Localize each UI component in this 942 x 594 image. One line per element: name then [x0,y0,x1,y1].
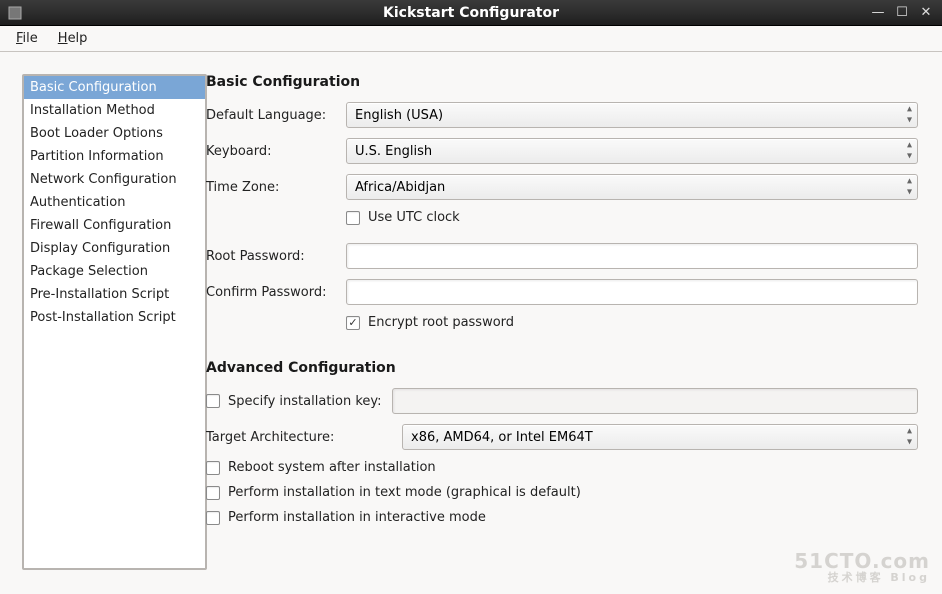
close-button[interactable]: ✕ [918,5,934,21]
window-controls: — ☐ ✕ [870,5,942,21]
keyboard-combo[interactable]: U.S. English ▴▾ [346,138,918,164]
encrypt-root-label: Encrypt root password [368,315,514,330]
timezone-value: Africa/Abidjan [355,180,445,195]
specify-key-input[interactable] [392,388,918,414]
reboot-checkbox[interactable]: Reboot system after installation [206,460,918,475]
encrypt-root-checkbox[interactable]: Encrypt root password [346,315,514,330]
interactive-checkbox[interactable]: Perform installation in interactive mode [206,510,918,525]
reboot-label: Reboot system after installation [228,460,436,475]
sidebar-item-display-configuration[interactable]: Display Configuration [24,237,205,260]
basic-config-title: Basic Configuration [206,74,918,90]
chevron-updown-icon: ▴▾ [907,105,912,126]
confirm-password-label: Confirm Password: [206,285,346,300]
window-title: Kickstart Configurator [0,5,942,21]
timezone-combo[interactable]: Africa/Abidjan ▴▾ [346,174,918,200]
root-password-label: Root Password: [206,249,346,264]
sidebar-item-network-configuration[interactable]: Network Configuration [24,168,205,191]
sidebar-item-basic-configuration[interactable]: Basic Configuration [24,76,205,99]
chevron-updown-icon: ▴▾ [907,427,912,448]
keyboard-label: Keyboard: [206,144,346,159]
root-password-input[interactable] [346,243,918,269]
main-panel: Basic Configuration Default Language: En… [196,52,942,594]
text-mode-label: Perform installation in text mode (graph… [228,485,581,500]
chevron-updown-icon: ▴▾ [907,177,912,198]
content: Basic Configuration Installation Method … [0,52,942,594]
sidebar-item-authentication[interactable]: Authentication [24,191,205,214]
sidebar-item-pre-installation-script[interactable]: Pre-Installation Script [24,283,205,306]
default-language-combo[interactable]: English (USA) ▴▾ [346,102,918,128]
use-utc-checkbox[interactable]: Use UTC clock [346,210,460,225]
sidebar-item-package-selection[interactable]: Package Selection [24,260,205,283]
sidebar-item-post-installation-script[interactable]: Post-Installation Script [24,306,205,329]
timezone-row: Time Zone: Africa/Abidjan ▴▾ [206,174,918,200]
target-arch-combo[interactable]: x86, AMD64, or Intel EM64T ▴▾ [402,424,918,450]
maximize-button[interactable]: ☐ [894,5,910,21]
minimize-button[interactable]: — [870,5,886,21]
checkbox-checked-icon [346,316,360,330]
default-language-value: English (USA) [355,108,443,123]
sidebar-item-installation-method[interactable]: Installation Method [24,99,205,122]
specify-key-checkbox[interactable]: Specify installation key: [206,394,382,409]
sidebar-item-partition-information[interactable]: Partition Information [24,145,205,168]
use-utc-row: Use UTC clock [206,210,918,229]
chevron-updown-icon: ▴▾ [907,141,912,162]
confirm-password-row: Confirm Password: [206,279,918,305]
app-icon [6,4,24,22]
use-utc-label: Use UTC clock [368,210,460,225]
checkbox-icon [206,461,220,475]
specify-key-label: Specify installation key: [228,394,382,409]
specify-key-row: Specify installation key: [206,388,918,414]
default-language-row: Default Language: English (USA) ▴▾ [206,102,918,128]
target-arch-label: Target Architecture: [206,430,402,445]
menu-help[interactable]: Help [48,28,98,49]
sidebar-item-firewall-configuration[interactable]: Firewall Configuration [24,214,205,237]
target-arch-row: Target Architecture: x86, AMD64, or Inte… [206,424,918,450]
menu-file[interactable]: File [6,28,48,49]
interactive-label: Perform installation in interactive mode [228,510,486,525]
checkbox-icon [206,394,220,408]
advanced-config-title: Advanced Configuration [206,360,918,376]
confirm-password-input[interactable] [346,279,918,305]
keyboard-value: U.S. English [355,144,432,159]
checkbox-icon [206,511,220,525]
sidebar-item-boot-loader-options[interactable]: Boot Loader Options [24,122,205,145]
timezone-label: Time Zone: [206,180,346,195]
sidebar: Basic Configuration Installation Method … [22,74,207,570]
menubar: File Help [0,26,942,52]
keyboard-row: Keyboard: U.S. English ▴▾ [206,138,918,164]
titlebar: Kickstart Configurator — ☐ ✕ [0,0,942,26]
target-arch-value: x86, AMD64, or Intel EM64T [411,430,593,445]
encrypt-root-row: Encrypt root password [206,315,918,334]
text-mode-checkbox[interactable]: Perform installation in text mode (graph… [206,485,918,500]
advanced-section: Advanced Configuration Specify installat… [206,360,918,525]
root-password-row: Root Password: [206,243,918,269]
checkbox-icon [346,211,360,225]
sidebar-container: Basic Configuration Installation Method … [0,52,196,594]
checkbox-icon [206,486,220,500]
default-language-label: Default Language: [206,108,346,123]
